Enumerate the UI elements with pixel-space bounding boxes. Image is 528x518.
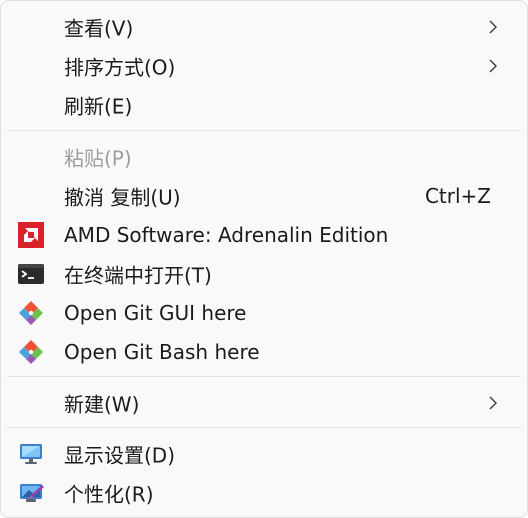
- chevron-right-icon: [489, 20, 497, 33]
- terminal-icon: [18, 263, 44, 284]
- menu-item-sort[interactable]: 排序方式(O): [7, 46, 521, 85]
- amd-logo-icon: [18, 221, 44, 248]
- menu-separator: [7, 376, 521, 377]
- menu-item-display-settings-label: 显示设置(D): [64, 443, 176, 467]
- menu-item-git-bash-label: Open Git Bash here: [64, 339, 260, 364]
- menu-item-paste[interactable]: 粘贴(P): [7, 137, 521, 176]
- menu-item-git-gui-label: Open Git GUI here: [64, 300, 247, 325]
- monitor-icon: [20, 443, 42, 464]
- desktop-context-menu: 查看(V) 排序方式(O) 刷新(E) 粘贴(P) 撤消 复制(U) Ctrl+…: [0, 0, 528, 518]
- chevron-right-icon: [489, 59, 497, 72]
- menu-separator: [7, 427, 521, 428]
- menu-item-view-label: 查看(V): [64, 16, 134, 40]
- menu-item-paste-label: 粘贴(P): [64, 146, 132, 170]
- menu-item-git-bash[interactable]: Open Git Bash here: [7, 332, 521, 371]
- menu-item-view[interactable]: 查看(V): [7, 7, 521, 46]
- menu-item-open-terminal[interactable]: 在终端中打开(T): [7, 254, 521, 293]
- shortcut-label: Ctrl+Z: [424, 183, 491, 208]
- menu-item-personalize-label: 个性化(R): [64, 482, 154, 506]
- menu-separator: [7, 130, 521, 131]
- menu-item-sort-label: 排序方式(O): [64, 55, 176, 79]
- menu-item-refresh[interactable]: 刷新(E): [7, 85, 521, 124]
- git-icon: [19, 300, 43, 325]
- menu-item-new[interactable]: 新建(W): [7, 383, 521, 422]
- menu-item-refresh-label: 刷新(E): [64, 94, 133, 118]
- chevron-right-icon: [489, 396, 497, 409]
- menu-item-undo[interactable]: 撤消 复制(U) Ctrl+Z: [7, 176, 521, 215]
- menu-item-personalize[interactable]: 个性化(R): [7, 473, 521, 512]
- personalize-icon: [20, 483, 44, 502]
- git-icon: [19, 339, 43, 364]
- menu-item-git-gui[interactable]: Open Git GUI here: [7, 293, 521, 332]
- menu-item-amd-software[interactable]: AMD Software: Adrenalin Edition: [7, 215, 521, 254]
- menu-item-amd-software-label: AMD Software: Adrenalin Edition: [64, 222, 389, 247]
- menu-item-display-settings[interactable]: 显示设置(D): [7, 434, 521, 473]
- menu-item-undo-label: 撤消 复制(U): [64, 185, 181, 209]
- menu-item-new-label: 新建(W): [64, 392, 140, 416]
- menu-item-open-terminal-label: 在终端中打开(T): [64, 263, 212, 287]
